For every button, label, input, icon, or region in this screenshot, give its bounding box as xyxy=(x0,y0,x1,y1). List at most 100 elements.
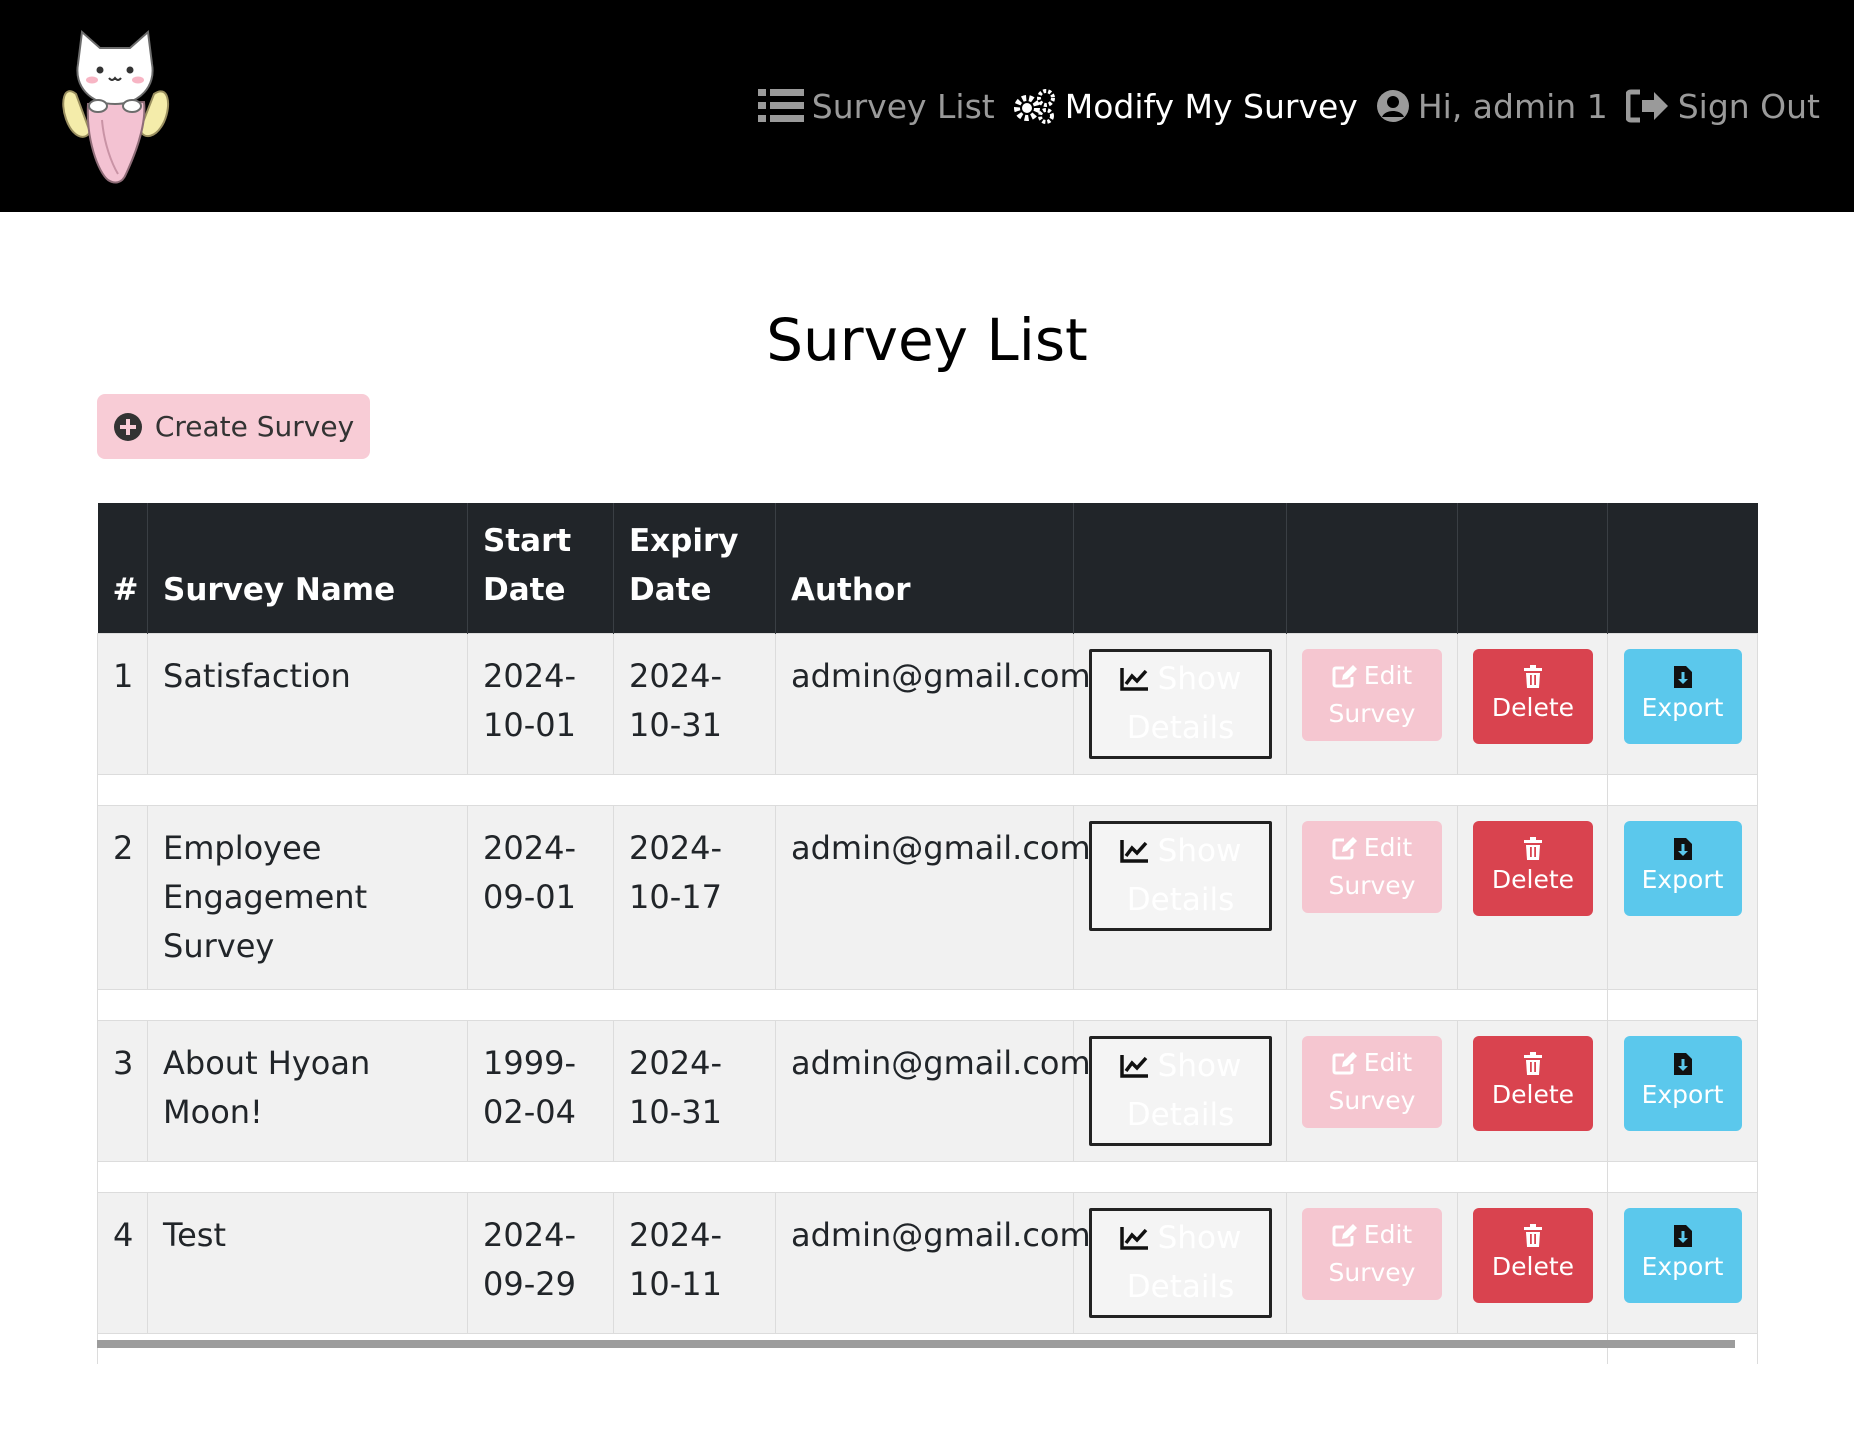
export-label: Export xyxy=(1641,1252,1724,1281)
trash-icon xyxy=(1524,665,1542,688)
file-download-icon xyxy=(1673,838,1692,860)
survey-table: # Survey Name Start Date Expiry Date Aut… xyxy=(97,503,1758,1364)
show-details-label: Show xyxy=(1157,832,1242,869)
chart-line-icon xyxy=(1119,668,1148,691)
create-survey-label: Create Survey xyxy=(154,410,355,443)
cell-delete: Delete xyxy=(1457,804,1608,990)
nav-menu: Survey List Modify My Survey Hi, admin 1 xyxy=(740,80,1820,132)
show-details-button[interactable]: Show Details xyxy=(1089,820,1272,931)
gears-icon xyxy=(1013,89,1055,124)
trash-icon xyxy=(1524,837,1542,860)
nav-greeting-label: Hi, admin 1 xyxy=(1417,86,1608,126)
cell-delete: Delete xyxy=(1457,1019,1608,1162)
edit-survey-button[interactable]: Edit Survey xyxy=(1302,1207,1442,1300)
file-download-icon xyxy=(1673,1225,1692,1247)
cell-expiry-date: 2024-10-11 xyxy=(613,1191,776,1334)
show-details-label: Show xyxy=(1157,1047,1242,1084)
delete-button[interactable]: Delete xyxy=(1473,1035,1593,1131)
banana-cat-logo[interactable] xyxy=(56,24,174,186)
show-details-label: Details xyxy=(1126,1096,1235,1133)
row-spacer xyxy=(97,989,1758,1020)
edit-survey-label: Survey xyxy=(1328,698,1416,728)
show-details-button[interactable]: Show Details xyxy=(1089,1207,1272,1318)
header-index: # xyxy=(97,503,148,633)
cell-edit: Edit Survey xyxy=(1286,632,1458,775)
cell-export: Export xyxy=(1607,1191,1758,1334)
horizontal-scrollbar[interactable] xyxy=(97,1340,1735,1348)
edit-icon xyxy=(1332,664,1357,687)
cell-start-date: 1999-02-04 xyxy=(467,1019,614,1162)
nav-user-greeting[interactable]: Hi, admin 1 xyxy=(1376,87,1608,126)
cell-export: Export xyxy=(1607,632,1758,775)
edit-survey-button[interactable]: Edit Survey xyxy=(1302,648,1442,741)
cell-export: Export xyxy=(1607,1019,1758,1162)
cell-author: admin@gmail.com xyxy=(775,804,1091,990)
sign-out-icon xyxy=(1625,89,1668,123)
nav-survey-list[interactable]: Survey List xyxy=(757,86,995,126)
cell-start-date: 2024-09-29 xyxy=(467,1191,614,1334)
cell-survey-name: Test xyxy=(147,1191,468,1334)
cell-show-details: Show Details xyxy=(1073,1191,1287,1334)
delete-button[interactable]: Delete xyxy=(1473,1207,1593,1303)
cell-edit: Edit Survey xyxy=(1286,1019,1458,1162)
table-row: 1 Satisfaction 2024-10-01 2024-10-31 adm… xyxy=(97,632,1758,775)
show-details-label: Details xyxy=(1126,1268,1235,1305)
chart-line-icon xyxy=(1119,1055,1148,1078)
cell-expiry-date: 2024-10-31 xyxy=(613,632,776,775)
nav-modify-label: Modify My Survey xyxy=(1064,86,1358,126)
edit-survey-button[interactable]: Edit Survey xyxy=(1302,1035,1442,1128)
nav-modify-my-survey[interactable]: Modify My Survey xyxy=(1013,87,1358,126)
create-survey-button[interactable]: Create Survey xyxy=(97,394,370,459)
cell-show-details: Show Details xyxy=(1073,804,1287,990)
cell-edit: Edit Survey xyxy=(1286,804,1458,990)
show-details-button[interactable]: Show Details xyxy=(1089,648,1272,759)
edit-survey-label: Edit xyxy=(1363,1219,1413,1249)
edit-survey-label: Edit xyxy=(1363,660,1413,690)
nav-survey-list-label: Survey List xyxy=(811,86,995,126)
user-circle-icon xyxy=(1376,90,1409,122)
table-row: 4 Test 2024-09-29 2024-10-11 admin@gmail… xyxy=(97,1191,1758,1334)
cell-show-details: Show Details xyxy=(1073,632,1287,775)
delete-label: Delete xyxy=(1491,1080,1575,1109)
row-spacer xyxy=(97,1161,1758,1192)
delete-button[interactable]: Delete xyxy=(1473,820,1593,916)
cell-survey-name: About Hyoan Moon! xyxy=(147,1019,468,1162)
export-button[interactable]: Export xyxy=(1623,648,1742,744)
chart-line-icon xyxy=(1119,1227,1148,1250)
chart-line-icon xyxy=(1119,840,1148,863)
trash-icon xyxy=(1524,1224,1542,1247)
header-empty xyxy=(1607,503,1758,633)
cell-start-date: 2024-09-01 xyxy=(467,804,614,990)
cell-show-details: Show Details xyxy=(1073,1019,1287,1162)
row-spacer xyxy=(97,774,1758,805)
edit-survey-label: Survey xyxy=(1328,1257,1416,1287)
header-author: Author xyxy=(775,503,1074,633)
cell-author: admin@gmail.com xyxy=(775,1191,1091,1334)
edit-survey-label: Survey xyxy=(1328,1085,1416,1115)
header-expiry-date: Expiry Date xyxy=(613,503,776,633)
cell-delete: Delete xyxy=(1457,1191,1608,1334)
cell-expiry-date: 2024-10-17 xyxy=(613,804,776,990)
export-label: Export xyxy=(1641,865,1724,894)
show-details-label: Show xyxy=(1157,1219,1242,1256)
cell-expiry-date: 2024-10-31 xyxy=(613,1019,776,1162)
plus-circle-icon xyxy=(113,412,142,441)
show-details-button[interactable]: Show Details xyxy=(1089,1035,1272,1146)
table-row: 2 Employee Engagement Survey 2024-09-01 … xyxy=(97,804,1758,990)
export-button[interactable]: Export xyxy=(1623,1207,1742,1303)
table-header-row: # Survey Name Start Date Expiry Date Aut… xyxy=(97,503,1758,633)
delete-button[interactable]: Delete xyxy=(1473,648,1593,744)
header-empty xyxy=(1073,503,1287,633)
header-empty xyxy=(1286,503,1458,633)
nav-sign-out[interactable]: Sign Out xyxy=(1625,87,1820,126)
edit-survey-label: Survey xyxy=(1328,870,1416,900)
edit-icon xyxy=(1332,1051,1357,1074)
export-button[interactable]: Export xyxy=(1623,1035,1742,1131)
cell-survey-name: Satisfaction xyxy=(147,632,468,775)
edit-survey-button[interactable]: Edit Survey xyxy=(1302,820,1442,913)
delete-label: Delete xyxy=(1491,693,1575,722)
export-label: Export xyxy=(1641,1080,1724,1109)
export-button[interactable]: Export xyxy=(1623,820,1742,916)
show-details-label: Details xyxy=(1126,709,1235,746)
cell-author: admin@gmail.com xyxy=(775,632,1091,775)
